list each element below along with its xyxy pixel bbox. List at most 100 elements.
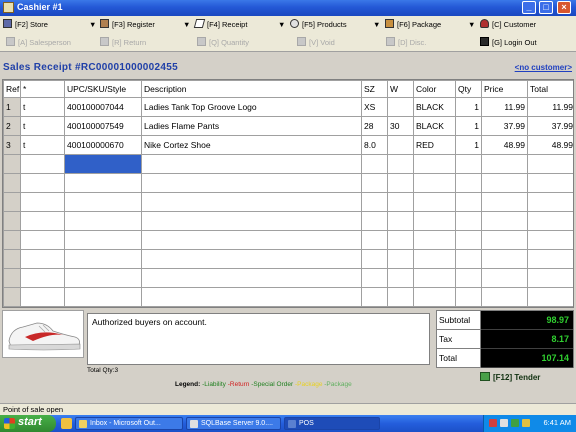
row-description[interactable]: Nike Cortez Shoe: [141, 135, 362, 155]
row-upc[interactable]: 400100000670: [64, 135, 142, 155]
row-color[interactable]: BLACK: [413, 116, 456, 136]
row-width[interactable]: 30: [387, 116, 414, 136]
products-button[interactable]: [F5] Products: [290, 18, 347, 32]
total-quantity: Total Qty:3: [87, 367, 119, 374]
customer-button[interactable]: [C] Customer: [480, 18, 536, 32]
col-header-width[interactable]: W: [387, 80, 414, 98]
receipt-button[interactable]: [F4] Receipt: [193, 18, 247, 32]
col-header-color[interactable]: Color: [413, 80, 456, 98]
tender-button[interactable]: [F12] Tender: [480, 372, 540, 386]
window-title: Cashier #1: [17, 2, 63, 12]
package-button[interactable]: [F6] Package: [385, 18, 441, 32]
row-price[interactable]: 37.99: [481, 116, 528, 136]
clock[interactable]: 6:41 AM: [543, 418, 571, 427]
row-qty[interactable]: 1: [455, 97, 482, 117]
discount-icon: [386, 37, 395, 46]
quantity-button[interactable]: [Q] Quantity: [197, 36, 249, 50]
row-description[interactable]: Ladies Tank Top Groove Logo: [141, 97, 362, 117]
row-size[interactable]: 28: [361, 116, 388, 136]
row-size[interactable]: 8.0: [361, 135, 388, 155]
task-sqlbase[interactable]: SQLBase Server 9.0....: [186, 417, 281, 430]
row-description[interactable]: Ladies Flame Pants: [141, 116, 362, 136]
table-row-empty[interactable]: [3, 192, 573, 212]
col-header-upc[interactable]: UPC/SKU/Style: [64, 80, 142, 98]
login-out-button[interactable]: [G] Login Out: [480, 36, 537, 50]
package-dropdown-arrow[interactable]: ▼: [468, 18, 475, 32]
col-header-flag[interactable]: *: [20, 80, 65, 98]
col-header-ref[interactable]: Ref: [3, 80, 21, 98]
minimize-button[interactable]: _: [522, 1, 536, 14]
table-row-empty[interactable]: [3, 211, 573, 231]
return-icon: [100, 37, 109, 46]
quicklaunch-icon[interactable]: [61, 418, 72, 429]
start-button[interactable]: start: [0, 415, 56, 432]
row-flag: t: [20, 135, 65, 155]
row-color[interactable]: RED: [413, 135, 456, 155]
row-qty[interactable]: 1: [455, 116, 482, 136]
table-row-empty[interactable]: [3, 230, 573, 250]
subtotal-label: Subtotal: [437, 311, 481, 330]
grid-header-row: Ref * UPC/SKU/Style Description SZ W Col…: [3, 80, 573, 98]
tax-value: 8.17: [481, 330, 573, 349]
row-size[interactable]: XS: [361, 97, 388, 117]
table-row[interactable]: 1 t 400100007044 Ladies Tank Top Groove …: [3, 97, 573, 117]
col-header-total[interactable]: Total: [527, 80, 573, 98]
col-header-qty[interactable]: Qty: [455, 80, 482, 98]
table-row-empty[interactable]: [3, 173, 573, 193]
tray-icon[interactable]: [511, 419, 519, 427]
receipt-header: Sales Receipt #RC00001000002455 <no cust…: [0, 62, 576, 76]
register-dropdown-arrow[interactable]: ▼: [183, 18, 190, 32]
title-bar: Cashier #1 _ □ ×: [0, 0, 576, 16]
status-bar: Point of sale open: [0, 403, 576, 415]
tray-icon[interactable]: [500, 419, 508, 427]
table-row-empty[interactable]: [3, 268, 573, 288]
table-row[interactable]: 3 t 400100000670 Nike Cortez Shoe 8.0 RE…: [3, 135, 573, 155]
col-header-size[interactable]: SZ: [361, 80, 388, 98]
discount-button[interactable]: [D] Disc.: [386, 36, 426, 50]
table-row-empty[interactable]: [3, 287, 573, 307]
row-flag: t: [20, 97, 65, 117]
package-icon: [385, 19, 394, 28]
row-upc[interactable]: 400100007549: [64, 116, 142, 136]
no-customer-link[interactable]: <no customer>: [515, 63, 572, 72]
row-width[interactable]: [387, 97, 414, 117]
product-image: [2, 310, 84, 358]
legend: Legend: -Liability -Return -Special Orde…: [175, 381, 352, 388]
products-dropdown-arrow[interactable]: ▼: [373, 18, 380, 32]
void-button[interactable]: [V] Void: [297, 36, 335, 50]
col-header-description[interactable]: Description: [141, 80, 362, 98]
return-button[interactable]: [R] Return: [100, 36, 146, 50]
toolbar-row-secondary: [A] Salesperson [R] Return [Q] Quantity …: [0, 34, 576, 52]
table-row[interactable]: 2 t 400100007549 Ladies Flame Pants 28 3…: [3, 116, 573, 136]
row-qty[interactable]: 1: [455, 135, 482, 155]
table-row-empty[interactable]: [3, 249, 573, 269]
items-table: Ref * UPC/SKU/Style Description SZ W Col…: [3, 80, 573, 307]
row-width[interactable]: [387, 135, 414, 155]
receipt-notes[interactable]: Authorized buyers on account.: [87, 313, 430, 365]
sneaker-icon: [8, 322, 81, 351]
row-color[interactable]: BLACK: [413, 97, 456, 117]
row-price[interactable]: 11.99: [481, 97, 528, 117]
row-upc[interactable]: 400100007044: [64, 97, 142, 117]
task-outlook[interactable]: Inbox - Microsoft Out...: [75, 417, 183, 430]
toolbar-row-main: [F2] Store ▼ [F3] Register ▼ [F4] Receip…: [0, 16, 576, 34]
receipt-dropdown-arrow[interactable]: ▼: [278, 18, 285, 32]
store-button[interactable]: [F2] Store: [3, 18, 48, 32]
store-dropdown-arrow[interactable]: ▼: [89, 18, 96, 32]
salesperson-button[interactable]: [A] Salesperson: [6, 36, 71, 50]
tray-icon[interactable]: [489, 419, 497, 427]
subtotal-row: Subtotal 98.97: [437, 311, 573, 330]
maximize-button[interactable]: □: [539, 1, 553, 14]
close-button[interactable]: ×: [557, 1, 571, 14]
taskbar: start Inbox - Microsoft Out... SQLBase S…: [0, 415, 576, 432]
row-price[interactable]: 48.99: [481, 135, 528, 155]
subtotal-value: 98.97: [481, 311, 573, 330]
store-icon: [3, 19, 12, 28]
table-row-empty[interactable]: [3, 154, 573, 174]
col-header-price[interactable]: Price: [481, 80, 528, 98]
task-pos[interactable]: POS: [284, 417, 380, 430]
tray-icon[interactable]: [522, 419, 530, 427]
active-input-cell[interactable]: [64, 154, 142, 174]
login-icon: [480, 37, 489, 46]
register-button[interactable]: [F3] Register: [100, 18, 155, 32]
